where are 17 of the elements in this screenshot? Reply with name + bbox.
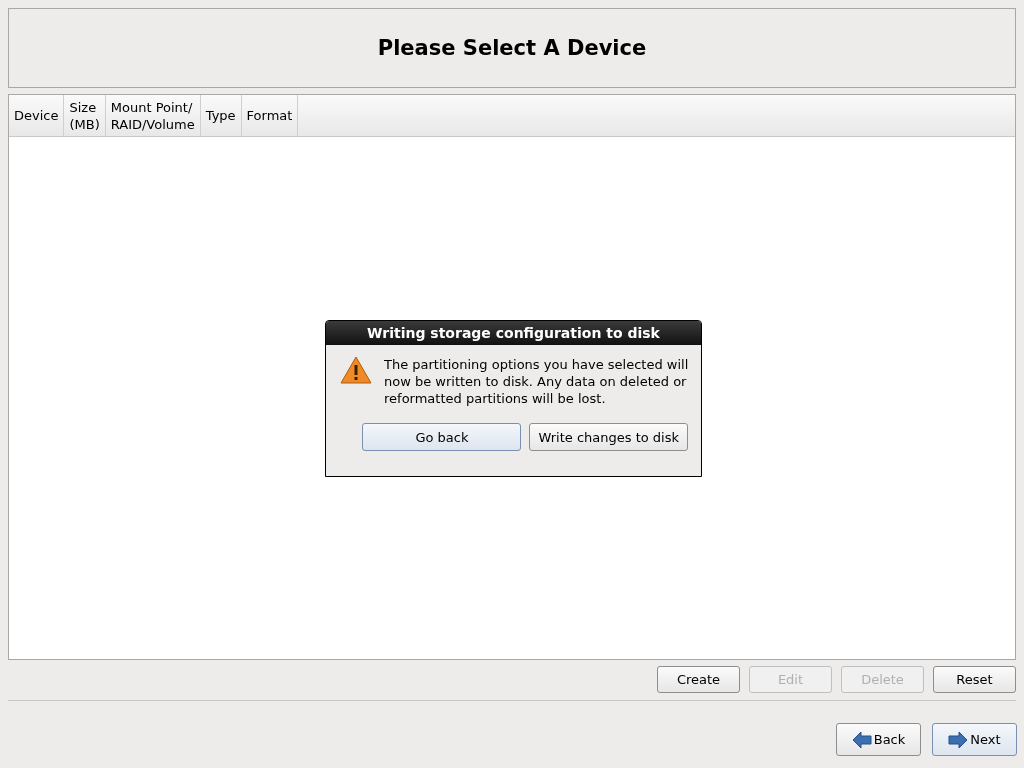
- dialog-title: Writing storage configuration to disk: [326, 321, 701, 345]
- dialog-button[interactable]: Write changes to disk: [529, 423, 688, 451]
- column-header[interactable]: Device: [9, 95, 65, 136]
- next-button[interactable]: Next: [932, 723, 1017, 756]
- column-header[interactable]: Format: [241, 95, 299, 136]
- column-header[interactable]: Type: [200, 95, 242, 136]
- right-arrow-icon: [948, 730, 969, 749]
- action-button[interactable]: Reset: [933, 666, 1016, 693]
- action-button[interactable]: Create: [657, 666, 740, 693]
- column-header[interactable]: Mount Point/ RAID/Volume: [105, 95, 201, 136]
- page-title: Please Select A Device: [377, 36, 647, 60]
- dialog-message: The partitioning options you have selected will now be written to disk. Any data on deleted or reformatted partitions will be lost.: [384, 356, 690, 407]
- dialog-button[interactable]: Go back: [362, 423, 522, 451]
- warning-icon: [340, 356, 372, 384]
- left-arrow-icon: [851, 730, 872, 749]
- column-header[interactable]: Size (MB): [64, 95, 106, 136]
- back-button[interactable]: Back: [836, 723, 921, 756]
